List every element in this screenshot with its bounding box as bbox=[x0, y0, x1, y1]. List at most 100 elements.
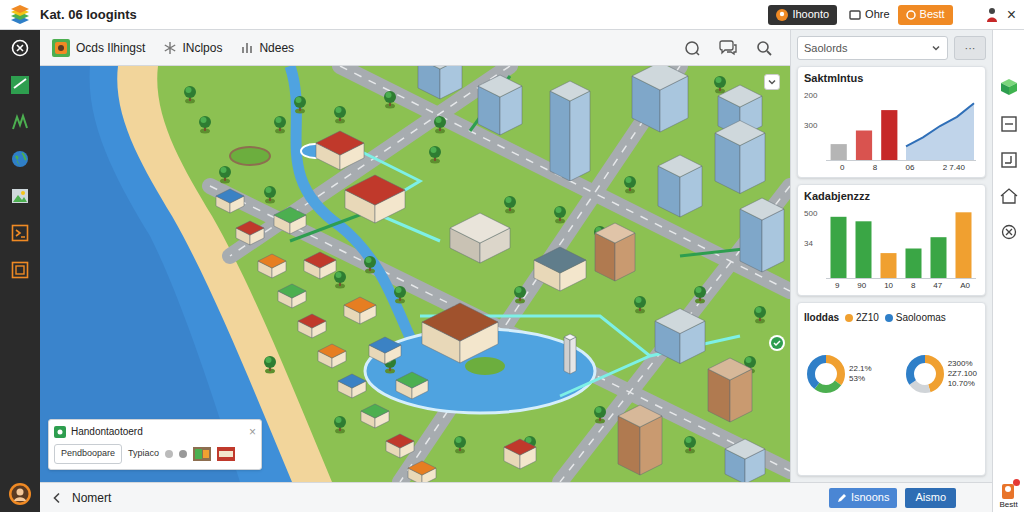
top-button[interactable]: Bestt bbox=[898, 5, 953, 25]
account-avatar-icon[interactable] bbox=[8, 482, 32, 506]
bar[interactable] bbox=[931, 237, 947, 278]
chart-card: Kadabjenzzz5003499010847A0 bbox=[797, 184, 986, 296]
chat-icon[interactable] bbox=[718, 40, 738, 56]
axis-label: A0 bbox=[960, 281, 970, 291]
cancel-icon[interactable] bbox=[11, 39, 29, 57]
asterisk-icon bbox=[163, 41, 177, 55]
sidebar bbox=[0, 30, 40, 512]
axis-tick: 300 bbox=[804, 121, 826, 131]
panel-icon[interactable] bbox=[1001, 152, 1017, 168]
export-icon[interactable] bbox=[11, 224, 29, 242]
toolbar-item[interactable]: Ndees bbox=[240, 39, 294, 57]
check-icon[interactable] bbox=[11, 76, 29, 94]
thumbnail-icon[interactable] bbox=[193, 447, 211, 461]
axis-label: 06 bbox=[905, 163, 914, 173]
donut-segment[interactable] bbox=[811, 359, 841, 389]
logo-icon[interactable] bbox=[0, 0, 40, 29]
bar-group bbox=[831, 144, 847, 160]
more-button[interactable]: ··· bbox=[954, 36, 986, 60]
thumbnail-icon[interactable] bbox=[217, 447, 235, 461]
legend-item: 2Z10 bbox=[845, 311, 879, 324]
bar[interactable] bbox=[906, 249, 922, 279]
donut-segment-group bbox=[910, 359, 940, 389]
chart-title: Saktmlntus bbox=[804, 71, 979, 85]
map-column: Ocds Ilhingst INclpos Ndees bbox=[40, 30, 790, 482]
notification-dot bbox=[1013, 479, 1020, 486]
map-menu-button[interactable] bbox=[764, 74, 780, 90]
bar[interactable] bbox=[956, 212, 972, 278]
bar[interactable] bbox=[831, 217, 847, 278]
toolbar: Ocds Ilhingst INclpos Ndees bbox=[40, 30, 790, 66]
donut-chart[interactable] bbox=[905, 354, 945, 394]
legend-label: Saoloomas bbox=[896, 311, 946, 324]
app-window: Kat. 06 loogints Ihoonto Ohre Bestt × bbox=[0, 0, 1024, 512]
location-icon bbox=[54, 426, 66, 438]
minus-box-icon[interactable] bbox=[1001, 116, 1017, 132]
overlay-close-button[interactable]: × bbox=[249, 426, 256, 438]
donut-segment[interactable] bbox=[910, 359, 940, 389]
line-area bbox=[906, 103, 974, 160]
bar-group bbox=[931, 237, 947, 278]
person-icon[interactable] bbox=[985, 7, 999, 23]
donut-label: 22.1% bbox=[849, 364, 872, 374]
overlay-title: Handontaotoerd bbox=[71, 424, 143, 439]
donut-segment-group bbox=[910, 359, 940, 389]
user-avatar-icon bbox=[776, 9, 788, 21]
image-icon[interactable] bbox=[11, 187, 29, 205]
bar[interactable] bbox=[856, 221, 872, 278]
primary-button[interactable]: Isnoons bbox=[829, 488, 898, 508]
user-name: Ihoonto bbox=[792, 6, 829, 23]
home-icon[interactable] bbox=[1000, 188, 1018, 204]
donut-chart[interactable] bbox=[806, 354, 846, 394]
legend-dot bbox=[845, 314, 853, 322]
bar[interactable] bbox=[881, 253, 897, 278]
overlay-field[interactable]: Pendboopare bbox=[54, 444, 122, 464]
donut-segment[interactable] bbox=[811, 359, 841, 389]
toolbar-item[interactable]: Ocds Ilhingst bbox=[52, 39, 145, 57]
overlay-type-label[interactable]: Typiaco bbox=[128, 447, 159, 461]
bar[interactable] bbox=[881, 110, 897, 160]
legend-dot bbox=[885, 314, 893, 322]
bar-chart bbox=[826, 207, 976, 279]
app-title: Kat. 06 loogints bbox=[40, 5, 137, 25]
axis-tick: 200 bbox=[804, 91, 826, 101]
donut-card-title: Iloddas bbox=[804, 311, 839, 324]
back-chevron-icon[interactable] bbox=[52, 492, 62, 504]
globe-icon[interactable] bbox=[11, 150, 29, 168]
bottom-bar: Nomert Isnoons Aismo bbox=[40, 482, 992, 512]
donut-label: 2Z7.100 bbox=[948, 369, 977, 379]
user-pill[interactable]: Ihoonto bbox=[768, 5, 837, 25]
bar[interactable] bbox=[831, 144, 847, 160]
top-link[interactable]: Ohre bbox=[849, 6, 889, 23]
badge-icon bbox=[906, 10, 916, 20]
overlay-dot bbox=[179, 450, 187, 458]
toolbar-label: Ndees bbox=[259, 39, 294, 57]
rail-label: Bestt bbox=[999, 500, 1017, 510]
donut-segment[interactable] bbox=[910, 359, 940, 389]
axis-label: 8 bbox=[911, 281, 915, 291]
search-icon[interactable] bbox=[756, 40, 772, 56]
legend-label: 2Z10 bbox=[856, 311, 879, 324]
toolbar-item[interactable]: INclpos bbox=[163, 39, 222, 57]
cube-icon[interactable] bbox=[1000, 78, 1018, 96]
bar[interactable] bbox=[856, 131, 872, 161]
settings-icon[interactable] bbox=[1001, 224, 1017, 240]
donut-segment[interactable] bbox=[811, 359, 841, 389]
search-field[interactable]: Saolords bbox=[797, 36, 948, 60]
secondary-button[interactable]: Aismo bbox=[905, 488, 956, 508]
donut-segment[interactable] bbox=[910, 359, 940, 389]
bar-group bbox=[906, 249, 922, 279]
bar-group bbox=[831, 217, 847, 278]
line-series[interactable] bbox=[906, 103, 974, 146]
overlay-dot bbox=[165, 450, 173, 458]
chart-title: Kadabjenzzz bbox=[804, 189, 979, 203]
close-button[interactable]: × bbox=[1007, 7, 1016, 23]
layers-icon[interactable] bbox=[11, 261, 29, 279]
back-label[interactable]: Nomert bbox=[72, 489, 111, 507]
map[interactable]: Handontaotoerd × Pendboopare Typiaco bbox=[40, 66, 790, 482]
chart-line-icon[interactable] bbox=[11, 113, 29, 131]
secondary-button-label: Aismo bbox=[915, 491, 946, 503]
rail-account[interactable]: Bestt bbox=[999, 482, 1017, 510]
refresh-icon[interactable] bbox=[684, 40, 700, 56]
map-locate-icon[interactable] bbox=[768, 334, 786, 352]
